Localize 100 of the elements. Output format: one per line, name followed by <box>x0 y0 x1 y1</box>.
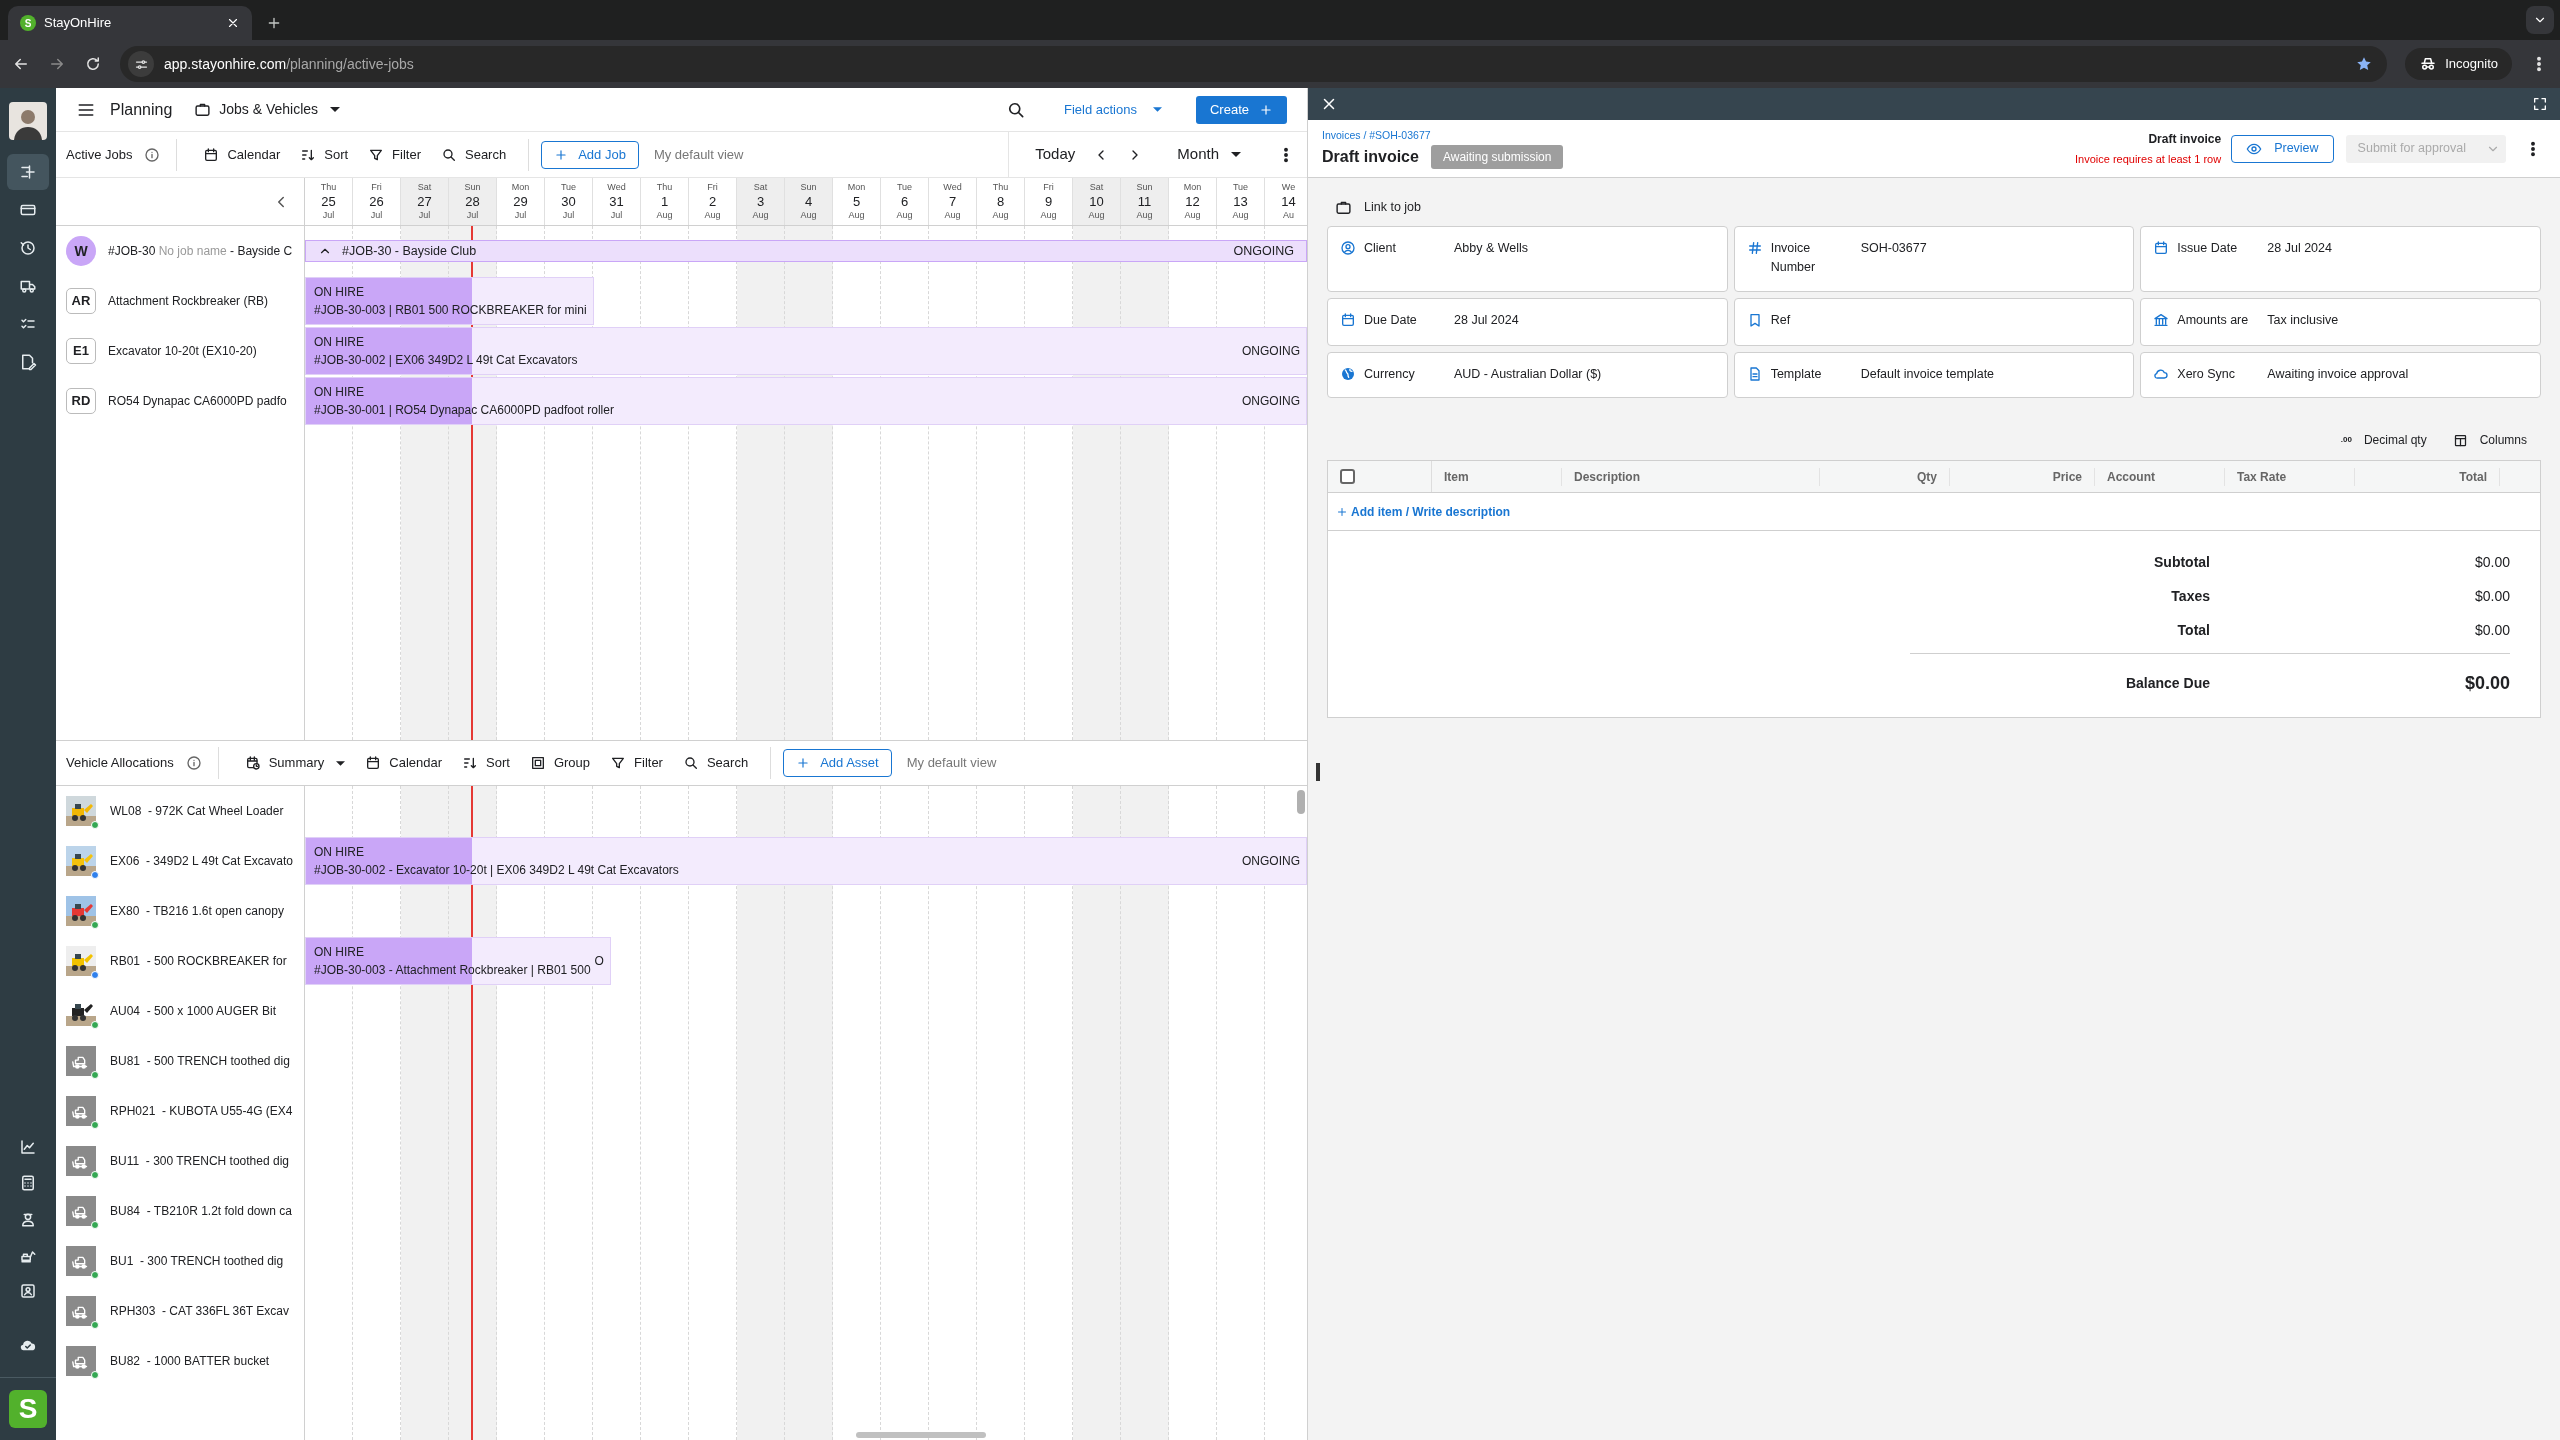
preview-button[interactable]: Preview <box>2231 134 2334 163</box>
group-icon <box>529 755 546 771</box>
info-icon[interactable] <box>144 146 161 163</box>
period-selector[interactable]: Month <box>1177 143 1241 166</box>
vehicle-name[interactable]: BU84 - TB210R 1.2t fold down ca <box>110 1202 292 1220</box>
day-header: Sat 3 Aug <box>737 178 785 225</box>
booking-status: ON HIRE <box>314 284 365 301</box>
caret-icon <box>336 760 346 766</box>
vehicle-name[interactable]: BU1 - 300 TRENCH toothed dig <box>110 1252 284 1270</box>
columns-button[interactable]: Columns <box>2452 431 2527 449</box>
column-header[interactable]: Description <box>1562 467 1820 486</box>
add-asset-button[interactable]: Add Asset <box>783 749 892 777</box>
booking-bar[interactable]: ON HIRE #JOB-30-001 | RO54 Dynapac CA6000PD padfoot roller ONGOING <box>305 377 1307 425</box>
vehicle-name[interactable]: EX80 - TB216 1.6t open canopy <box>110 902 284 920</box>
booking-bar[interactable]: ON HIRE #JOB-30-002 - Excavator 10-20t | EX06 349D2 L 49t Cat Excavators ONGOING <box>305 837 1307 885</box>
field-card[interactable]: Client Abby & Wells <box>1327 226 1728 292</box>
field-card[interactable]: Amounts are Tax inclusive <box>2140 298 2541 346</box>
allocation-badge: RD <box>66 388 96 414</box>
new-tab-icon[interactable] <box>266 15 282 31</box>
vehicle-name[interactable]: RB01 - 500 ROCKBREAKER for <box>110 952 287 970</box>
vehicle-name[interactable]: EX06 - 349D2 L 49t Cat Excavato <box>110 852 293 870</box>
column-header[interactable]: Account <box>2095 467 2225 486</box>
field-value: Abby & Wells <box>1454 240 1529 257</box>
field-card[interactable]: Xero Sync Awaiting invoice approval <box>2140 352 2541 398</box>
field-card[interactable]: Issue Date 28 Jul 2024 <box>2140 226 2541 292</box>
toolbar-button[interactable]: Calendar <box>355 753 453 773</box>
booking-end-label: O <box>594 953 604 970</box>
nav-item[interactable] <box>7 154 49 190</box>
booking-text: #JOB-30-001 | RO54 Dynapac CA6000PD padfoot roller <box>314 402 615 419</box>
decimal-qty-button[interactable]: .00 Decimal qty <box>2340 431 2427 449</box>
reload-icon[interactable] <box>84 55 102 73</box>
field-card[interactable]: Currency AUD - Australian Dollar ($) <box>1327 352 1728 398</box>
info-icon[interactable] <box>185 755 202 771</box>
contact-card-icon <box>19 1282 37 1300</box>
browser-tab[interactable]: S StayOnHire <box>8 6 252 40</box>
toolbar-button[interactable]: Group <box>519 753 601 773</box>
person-icon <box>19 1210 37 1228</box>
profile-button[interactable]: Incognito <box>2405 48 2512 80</box>
vehicle-name[interactable]: BU82 - 1000 BATTER bucket <box>110 1352 270 1370</box>
scrollbar[interactable] <box>856 1432 986 1438</box>
allocation-name[interactable]: Excavator 10-20t (EX10-20) <box>108 342 257 360</box>
booking-bar[interactable]: ON HIRE #JOB-30-003 - Attachment Rockbreaker | RB01 500 O <box>305 937 611 985</box>
column-header[interactable]: Price <box>1950 467 2095 486</box>
vehicle-name[interactable]: WL08 - 972K Cat Wheel Loader <box>110 802 284 820</box>
column-header[interactable]: Tax Rate <box>2225 467 2355 486</box>
resize-handle[interactable] <box>1316 763 1320 781</box>
summary-dropdown[interactable]: Summary <box>234 753 356 773</box>
booking-status: ON HIRE <box>314 384 365 401</box>
avatar[interactable] <box>9 102 47 140</box>
calendar-icon <box>2153 240 2170 256</box>
calendar-clock-icon <box>244 755 261 771</box>
job-bar[interactable]: #JOB-30 - Bayside Club ONGOING <box>305 240 1307 262</box>
plus-icon <box>554 147 569 162</box>
add-item-link[interactable]: Add item / Write description <box>1336 502 1511 521</box>
plus-icon <box>1336 505 1348 518</box>
view-selector[interactable]: Jobs & Vehicles <box>194 99 341 120</box>
vehicle-name[interactable]: RPH021 - KUBOTA U55-4G (EX4 <box>110 1102 293 1120</box>
toolbar-button[interactable]: Sort <box>452 753 520 773</box>
toolbar-button[interactable]: Sort <box>290 144 359 165</box>
breadcrumb-link[interactable]: Invoices / #SOH-03677 <box>1322 127 2075 144</box>
close-icon[interactable] <box>226 16 240 30</box>
search-icon <box>441 146 457 163</box>
allocation-name[interactable]: Attachment Rockbreaker (RB) <box>108 292 269 310</box>
create-button[interactable]: Create <box>1195 95 1287 124</box>
vehicle-name[interactable]: BU11 - 300 TRENCH toothed dig <box>110 1152 289 1170</box>
calendar-icon <box>365 755 382 771</box>
column-header[interactable]: Total <box>2355 467 2500 486</box>
toolbar-button[interactable]: Calendar <box>193 144 291 165</box>
today-button[interactable]: Today <box>1035 143 1076 166</box>
add-job-button[interactable]: Add Job <box>541 140 639 169</box>
fullscreen-icon[interactable] <box>2532 96 2548 112</box>
toolbar-button[interactable]: Filter <box>600 753 673 773</box>
field-card[interactable]: Due Date 28 Jul 2024 <box>1327 298 1728 346</box>
vehicle-name[interactable]: RPH303 - CAT 336FL 36T Excav <box>110 1302 289 1320</box>
toolbar-button[interactable]: Search <box>431 144 517 165</box>
field-card[interactable]: Invoice Number SOH-03677 <box>1733 226 2135 292</box>
job-name[interactable]: #JOB-30 No job name - Bayside C <box>108 242 293 260</box>
link-to-job-button[interactable]: Link to job <box>1327 192 1421 222</box>
field-card[interactable]: Ref <box>1733 298 2135 346</box>
total-label: Total <box>2176 620 2210 640</box>
booking-bar[interactable]: ON HIRE #JOB-30-003 | RB01 500 ROCKBREAKER for mini <box>305 277 594 325</box>
field-card[interactable]: Template Default invoice template <box>1733 352 2135 398</box>
column-header[interactable]: Qty <box>1820 467 1950 486</box>
vehicle-name[interactable]: AU04 - 500 x 1000 AUGER Bit <box>110 1002 277 1020</box>
total-label: Subtotal <box>2153 552 2210 572</box>
scrollbar[interactable] <box>1297 790 1305 814</box>
column-header[interactable]: Item <box>1432 467 1562 486</box>
job-avatar: W <box>66 236 96 266</box>
hash-icon <box>1746 240 1763 256</box>
field-actions-button[interactable]: Field actions <box>1064 99 1162 120</box>
allocation-name[interactable]: RO54 Dynapac CA6000PD padfo <box>108 392 287 410</box>
tab-search-button[interactable] <box>2526 6 2554 34</box>
select-all-checkbox[interactable] <box>1340 469 1355 484</box>
booking-bar[interactable]: ON HIRE #JOB-30-002 | EX06 349D2 L 49t Cat Excavators ONGOING <box>305 327 1307 375</box>
toolbar-button[interactable]: Search <box>672 753 759 773</box>
draft-status: Draft invoice <box>2148 130 2222 148</box>
toolbar-button[interactable]: Filter <box>358 144 431 165</box>
address-bar[interactable]: app.stayonhire.com/planning/active-jobs <box>120 46 2388 82</box>
field-value: 28 Jul 2024 <box>2267 240 2332 257</box>
vehicle-name[interactable]: BU81 - 500 TRENCH toothed dig <box>110 1052 290 1070</box>
